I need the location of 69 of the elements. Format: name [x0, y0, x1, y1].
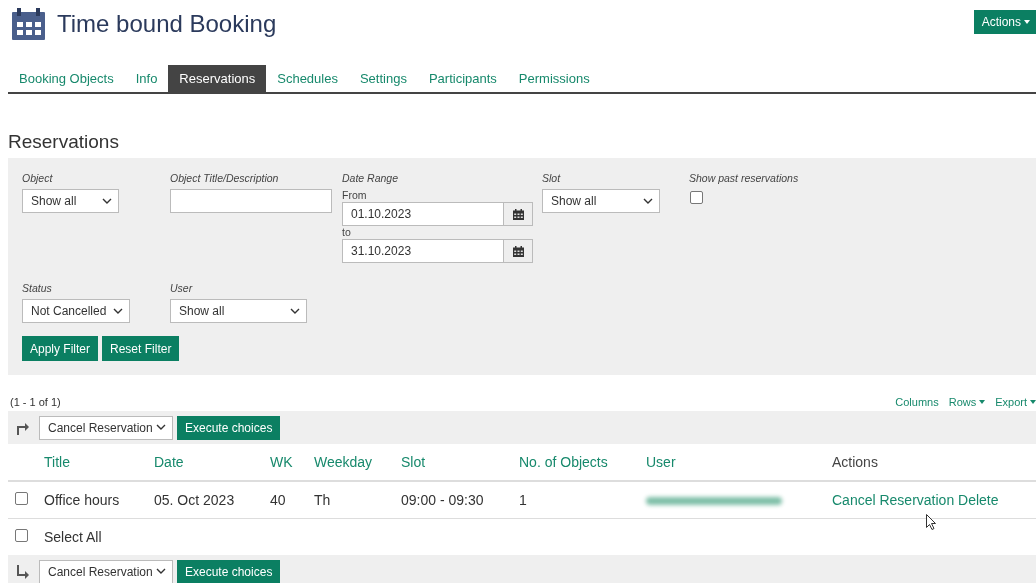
- filter-button[interactable]: Apply Filter: [22, 336, 99, 361]
- section-title: Reservations: [8, 131, 120, 153]
- column-header[interactable]: Slot: [400, 444, 518, 481]
- tab[interactable]: Participants: [417, 65, 508, 92]
- result-count: (1 - 1 of 1): [9, 396, 61, 408]
- page-title: Time bound Booking: [57, 10, 277, 38]
- calendar-icon: [512, 208, 524, 220]
- chevron-icon: [643, 197, 653, 205]
- field-label: Date Range: [342, 172, 400, 186]
- execute-button[interactable]: Execute choices: [177, 559, 281, 583]
- table-tool-link[interactable]: Rows: [948, 396, 986, 408]
- field-label: Show past reservations: [689, 172, 800, 186]
- tab[interactable]: Info: [124, 65, 169, 92]
- field-label: Slot: [542, 172, 562, 186]
- column-header[interactable]: Title: [43, 444, 153, 481]
- chevron-icon: [156, 568, 166, 575]
- table-cell: 1: [518, 481, 645, 519]
- execute-button[interactable]: Execute choices: [177, 415, 281, 440]
- field-label: Status: [22, 282, 53, 296]
- date-field[interactable]: 31.10.2023: [342, 239, 504, 263]
- field-label: User: [170, 282, 194, 296]
- select-field[interactable]: Show all: [170, 299, 307, 323]
- arrow-icon: [15, 563, 29, 580]
- select-field[interactable]: Not Cancelled: [22, 299, 130, 323]
- chevron-icon: [102, 197, 112, 205]
- select-field[interactable]: Cancel Reservation: [39, 559, 173, 583]
- action-link[interactable]: Delete: [958, 492, 999, 508]
- column-header[interactable]: Date: [153, 444, 269, 481]
- tab[interactable]: Booking Objects: [8, 65, 125, 92]
- tab[interactable]: Permissions: [507, 65, 601, 92]
- field-label: Object: [22, 172, 54, 186]
- table-cell: 05. Oct 2023: [153, 481, 269, 519]
- action-link[interactable]: Cancel Reservation: [832, 492, 955, 508]
- row-checkbox[interactable]: [15, 492, 28, 505]
- field-label: Object Title/Description: [170, 172, 280, 186]
- column-header[interactable]: WK: [269, 444, 313, 481]
- table-tool-link[interactable]: Columns: [895, 396, 939, 408]
- column-header[interactable]: Weekday: [313, 444, 400, 481]
- checkbox[interactable]: [690, 191, 703, 204]
- actions-button[interactable]: Actions: [973, 10, 1036, 34]
- select-all-checkbox[interactable]: [15, 529, 28, 542]
- date-field[interactable]: 01.10.2023: [342, 202, 504, 226]
- calendar-button[interactable]: [504, 202, 533, 226]
- table-cell: 09:00 - 09:30: [400, 481, 518, 519]
- column-header[interactable]: User: [645, 444, 831, 481]
- input-field[interactable]: [170, 189, 332, 213]
- select-field[interactable]: Show all: [542, 189, 660, 213]
- select-field[interactable]: Cancel Reservation: [39, 415, 173, 440]
- tab[interactable]: Settings: [348, 65, 418, 92]
- column-header: Actions: [831, 444, 1036, 481]
- column-header[interactable]: No. of Objects: [518, 444, 645, 481]
- from-label: From: [342, 189, 368, 202]
- tab[interactable]: Schedules: [266, 65, 349, 92]
- table-tool-link[interactable]: Export: [995, 396, 1036, 408]
- table-cell: 40: [269, 481, 313, 519]
- calendar-icon: [512, 245, 524, 257]
- chevron-icon: [156, 424, 166, 431]
- select-all-label: Select All: [44, 529, 102, 545]
- chevron-icon: [113, 307, 123, 315]
- table-cell: Th: [313, 481, 400, 519]
- to-label: to: [342, 226, 352, 239]
- filter-button[interactable]: Reset Filter: [102, 336, 180, 361]
- tab[interactable]: Reservations: [168, 65, 267, 92]
- chevron-icon: [290, 307, 300, 315]
- select-field[interactable]: Show all: [22, 189, 119, 213]
- table-cell: Office hours: [43, 481, 153, 519]
- cursor-icon: [926, 514, 937, 530]
- calendar-icon: [12, 8, 45, 40]
- calendar-button[interactable]: [504, 239, 533, 263]
